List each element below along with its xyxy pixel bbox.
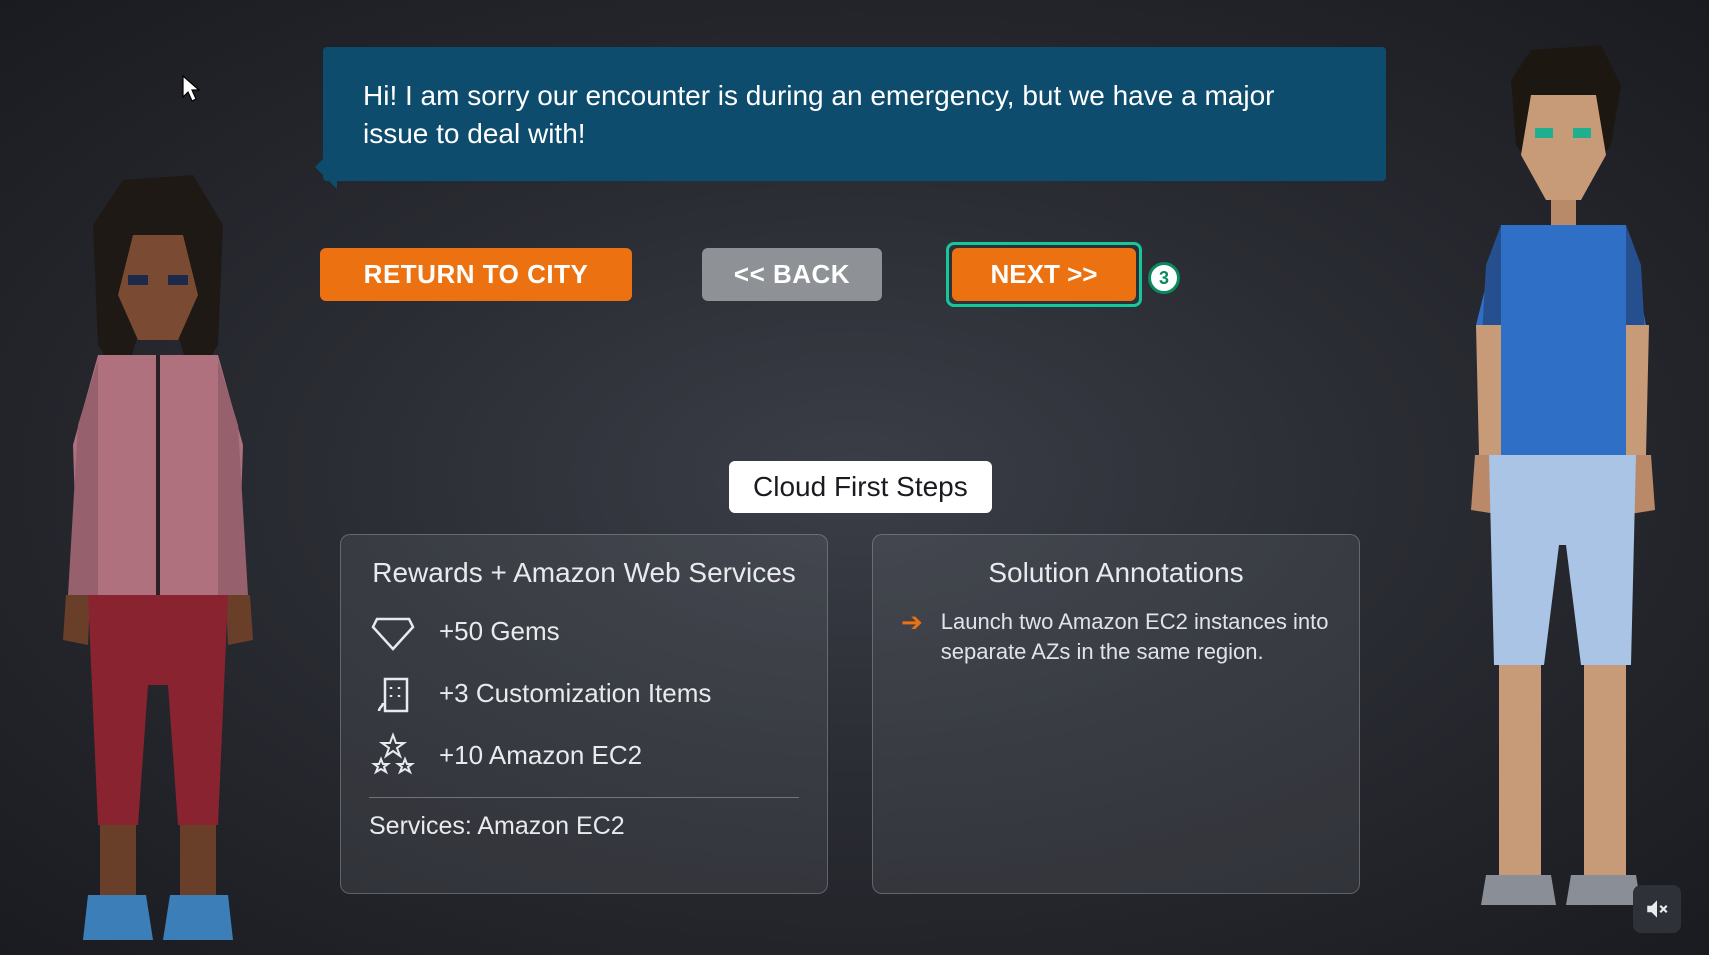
annotations-heading: Solution Annotations — [901, 557, 1331, 589]
reward-label: +50 Gems — [439, 616, 560, 647]
quest-title-chip: Cloud First Steps — [729, 461, 992, 513]
info-panels: Rewards + Amazon Web Services +50 Gems +… — [340, 534, 1360, 894]
npc-left-svg — [28, 125, 288, 955]
mute-button[interactable] — [1633, 885, 1681, 933]
next-button[interactable]: NEXT >> — [952, 248, 1136, 301]
reward-label: +10 Amazon EC2 — [439, 740, 642, 771]
reward-row: +50 Gems — [369, 607, 799, 655]
npc-left-character — [28, 125, 288, 955]
reward-row: +10 Amazon EC2 — [369, 731, 799, 779]
rewards-heading: Rewards + Amazon Web Services — [369, 557, 799, 589]
game-scene: { "dialogue": { "text": "Hi! I am sorry … — [0, 0, 1709, 955]
building-icon — [369, 669, 417, 717]
next-button-wrapper: NEXT >> 3 — [952, 248, 1136, 301]
annotations-panel: Solution Annotations ➔ Launch two Amazon… — [872, 534, 1360, 894]
divider — [369, 797, 799, 798]
dialogue-text: Hi! I am sorry our encounter is during a… — [363, 80, 1274, 149]
npc-right-character — [1431, 25, 1691, 955]
return-to-city-button[interactable]: RETURN TO CITY — [320, 248, 632, 301]
rewards-panel: Rewards + Amazon Web Services +50 Gems +… — [340, 534, 828, 894]
speaker-muted-icon — [1644, 896, 1670, 922]
mouse-cursor-icon — [182, 75, 204, 103]
back-button[interactable]: << BACK — [702, 248, 882, 301]
gem-icon — [369, 607, 417, 655]
arrow-right-icon: ➔ — [901, 605, 923, 666]
annotation-text: Launch two Amazon EC2 instances into sep… — [941, 607, 1331, 666]
hint-count-badge: 3 — [1148, 262, 1180, 294]
dialogue-bubble: Hi! I am sorry our encounter is during a… — [323, 47, 1386, 181]
services-line: Services: Amazon EC2 — [369, 812, 799, 841]
dialogue-button-row: RETURN TO CITY << BACK NEXT >> 3 — [320, 248, 1390, 301]
annotation-row: ➔ Launch two Amazon EC2 instances into s… — [901, 607, 1331, 666]
npc-right-svg — [1431, 25, 1691, 955]
reward-label: +3 Customization Items — [439, 678, 711, 709]
stars-icon — [369, 731, 417, 779]
reward-row: +3 Customization Items — [369, 669, 799, 717]
